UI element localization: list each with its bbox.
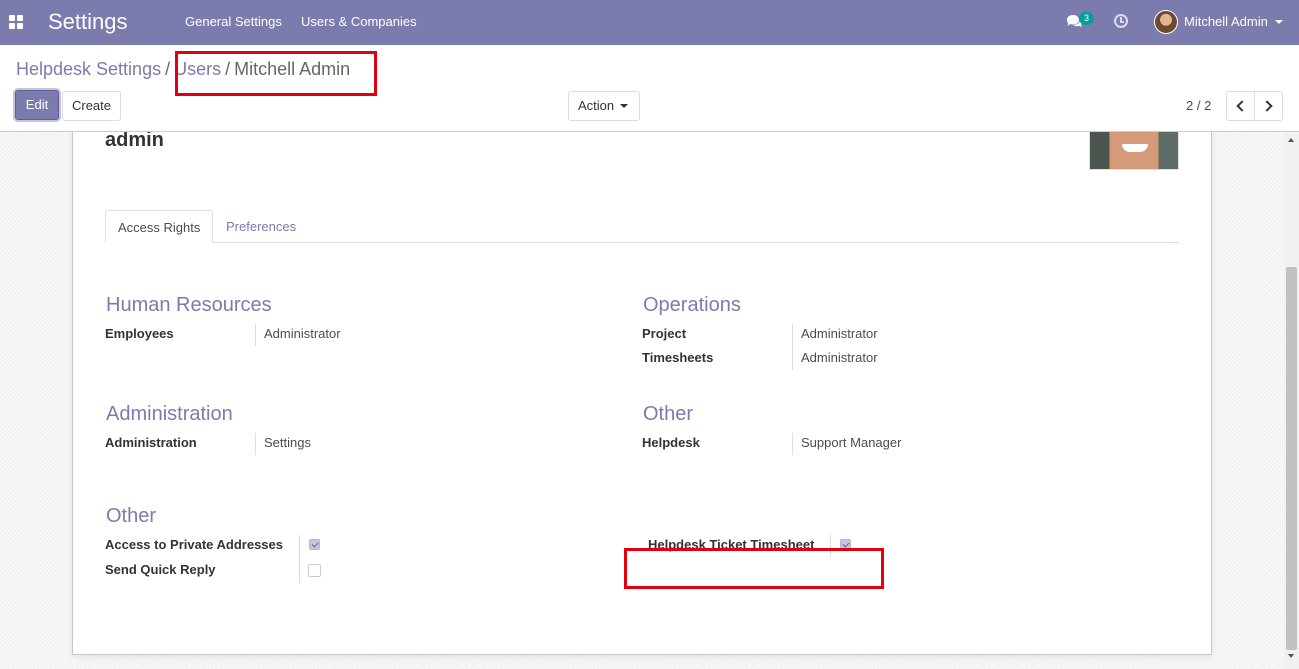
- section-title-other: Other: [106, 505, 157, 527]
- scroll-up-arrow-icon[interactable]: [1288, 138, 1294, 142]
- section-title-administration: Administration: [106, 403, 233, 425]
- vertical-scrollbar[interactable]: [1284, 132, 1299, 669]
- menu-users-companies[interactable]: Users & Companies: [301, 14, 417, 29]
- section-title-other-apps: Other: [643, 403, 694, 425]
- field-label-private-addresses: Access to Private Addresses: [105, 537, 284, 552]
- chevron-right-icon: [1261, 100, 1273, 112]
- apps-menu-icon[interactable]: [9, 15, 23, 29]
- field-value-employees[interactable]: Administrator: [264, 326, 341, 341]
- caret-down-icon[interactable]: [1275, 20, 1283, 24]
- action-label: Action: [578, 98, 615, 113]
- create-button[interactable]: Create: [62, 91, 121, 121]
- pager-value[interactable]: 2 / 2: [1186, 98, 1211, 113]
- field-divider: [792, 324, 793, 370]
- chevron-left-icon: [1236, 100, 1248, 112]
- scrollbar-thumb[interactable]: [1286, 267, 1297, 650]
- section-title-operations: Operations: [643, 294, 741, 316]
- notebook-tabs: Access Rights Preferences: [105, 210, 1179, 243]
- checkbox-private-addresses[interactable]: [309, 539, 320, 550]
- action-dropdown-button[interactable]: Action: [568, 91, 640, 121]
- user-menu-name[interactable]: Mitchell Admin: [1184, 14, 1268, 29]
- highlight-box-breadcrumb: [175, 51, 377, 96]
- breadcrumb-separator: /: [165, 59, 171, 79]
- field-divider: [255, 433, 256, 455]
- user-photo[interactable]: [1089, 132, 1179, 170]
- user-avatar[interactable]: [1154, 10, 1178, 34]
- field-label-administration: Administration: [105, 435, 197, 450]
- pager-previous-button[interactable]: [1226, 91, 1255, 121]
- tab-access-rights[interactable]: Access Rights: [105, 210, 214, 243]
- scroll-down-arrow-icon[interactable]: [1288, 654, 1294, 658]
- caret-down-icon: [620, 104, 628, 108]
- checkbox-send-quick-reply[interactable]: [308, 564, 321, 577]
- chat-count-badge: 3: [1079, 12, 1094, 25]
- field-divider: [255, 324, 256, 346]
- section-title-human-resources: Human Resources: [106, 294, 272, 316]
- field-label-send-quick-reply: Send Quick Reply: [105, 562, 216, 577]
- top-navbar: Settings General Settings Users & Compan…: [0, 0, 1299, 45]
- edit-button[interactable]: Edit: [15, 90, 59, 120]
- field-value-administration[interactable]: Settings: [264, 435, 311, 450]
- menu-general-settings[interactable]: General Settings: [185, 14, 282, 29]
- user-login: admin: [105, 132, 164, 151]
- field-value-helpdesk[interactable]: Support Manager: [801, 435, 901, 450]
- field-value-project[interactable]: Administrator: [801, 326, 878, 341]
- field-divider: [792, 433, 793, 455]
- field-value-timesheets[interactable]: Administrator: [801, 350, 878, 365]
- field-label-project: Project: [642, 326, 687, 341]
- activity-clock-icon[interactable]: [1114, 14, 1128, 28]
- tab-preferences[interactable]: Preferences: [214, 210, 308, 243]
- highlight-box-ticket-timesheet: [624, 548, 884, 589]
- pager-next-button[interactable]: [1254, 91, 1283, 121]
- app-brand[interactable]: Settings: [48, 9, 128, 35]
- field-label-helpdesk: Helpdesk: [642, 435, 700, 450]
- field-label-employees: Employees: [105, 326, 174, 341]
- field-divider: [299, 535, 300, 583]
- breadcrumb-helpdesk-settings[interactable]: Helpdesk Settings: [16, 59, 161, 79]
- field-label-timesheets: Timesheets: [642, 350, 714, 365]
